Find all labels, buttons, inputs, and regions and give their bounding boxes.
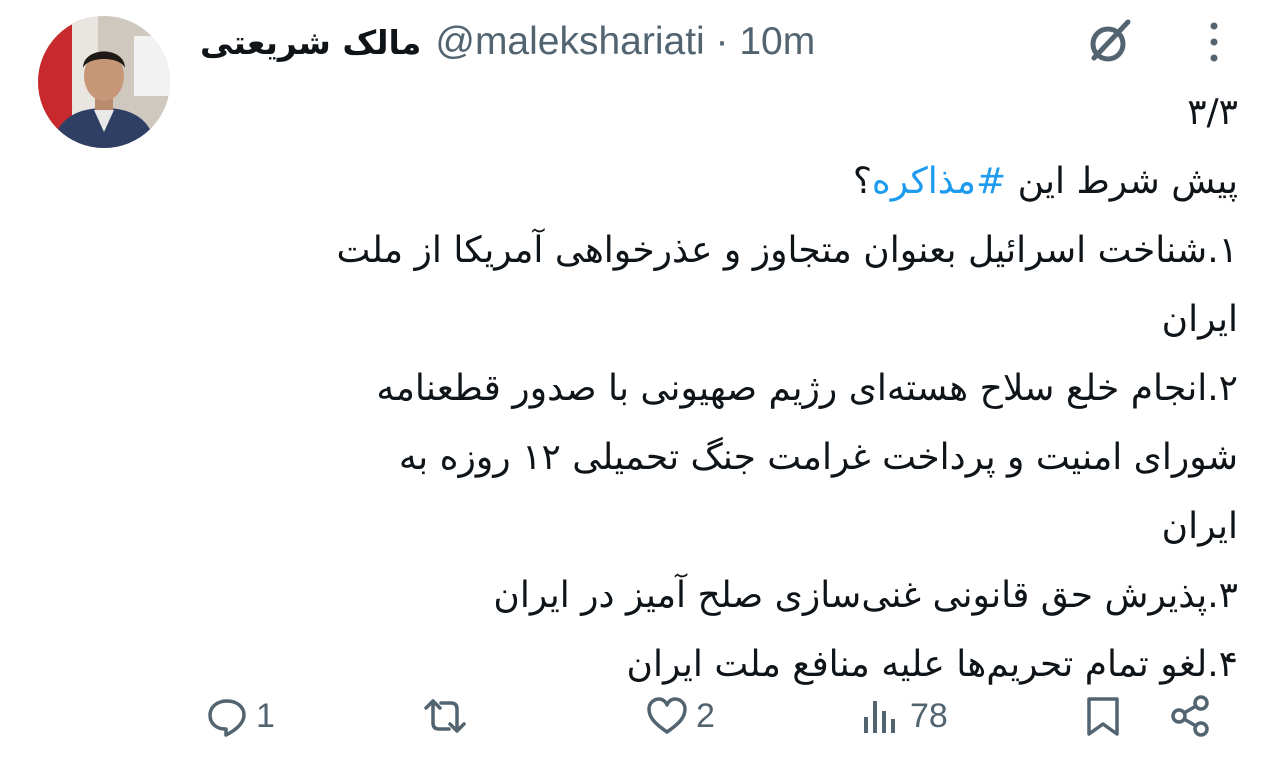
intro-line: پیش شرط این #مذاکره؟: [198, 147, 1238, 216]
tweet-text: ۳/۳ پیش شرط این #مذاکره؟ ۱.شناخت اسرائیل…: [198, 78, 1238, 699]
reply-button[interactable]: 1: [204, 686, 275, 746]
share-icon: [1171, 695, 1209, 737]
views-button[interactable]: 78: [858, 686, 948, 746]
avatar-photo: [38, 16, 170, 148]
tweet-header: مالک شریعتی @malekshariati · 10m: [200, 14, 815, 70]
more-icon[interactable]: [1200, 18, 1228, 66]
action-bar: 1 2 78: [0, 686, 1280, 746]
reply-icon: [208, 699, 246, 737]
handle-and-timestamp[interactable]: @malekshariati · 10m: [435, 20, 815, 64]
views-count: 78: [910, 696, 948, 735]
text-line: ۳.پذیرش حق قانونی غنی‌سازی صلح آمیز در ا…: [493, 575, 1238, 616]
display-name[interactable]: مالک شریعتی: [200, 23, 421, 62]
share-button[interactable]: [1168, 686, 1214, 746]
reply-count: 1: [256, 696, 275, 735]
intro-suffix: ؟: [852, 161, 872, 202]
views-icon: [864, 701, 895, 733]
bookmark-button[interactable]: [1080, 686, 1126, 746]
like-button[interactable]: 2: [644, 686, 715, 746]
thread-counter: ۳/۳: [1187, 92, 1238, 133]
text-line: ۱.شناخت اسرائیل بعنوان متجاوز و عذرخواهی…: [336, 230, 1238, 271]
hashtag-link[interactable]: #مذاکره: [872, 161, 1006, 202]
retweet-icon: [424, 699, 466, 733]
text-line: ایران: [1161, 299, 1238, 340]
bookmark-icon: [1087, 697, 1119, 736]
tweet[interactable]: مالک شریعتی @malekshariati · 10m ۳/۳ پیش…: [0, 0, 1280, 769]
like-count: 2: [696, 696, 715, 735]
text-line: ۲.انجام خلع سلاح هسته‌ای رژیم صهیونی با …: [376, 368, 1238, 409]
avatar[interactable]: [38, 16, 170, 148]
text-line: ایران: [1161, 506, 1238, 547]
intro-prefix: پیش شرط این: [1006, 161, 1238, 202]
like-icon: [647, 697, 687, 734]
text-line: شورای امنیت و پرداخت غرامت جنگ تحمیلی ۱۲…: [398, 437, 1238, 478]
retweet-button[interactable]: [422, 686, 474, 746]
grok-icon[interactable]: [1082, 14, 1138, 70]
